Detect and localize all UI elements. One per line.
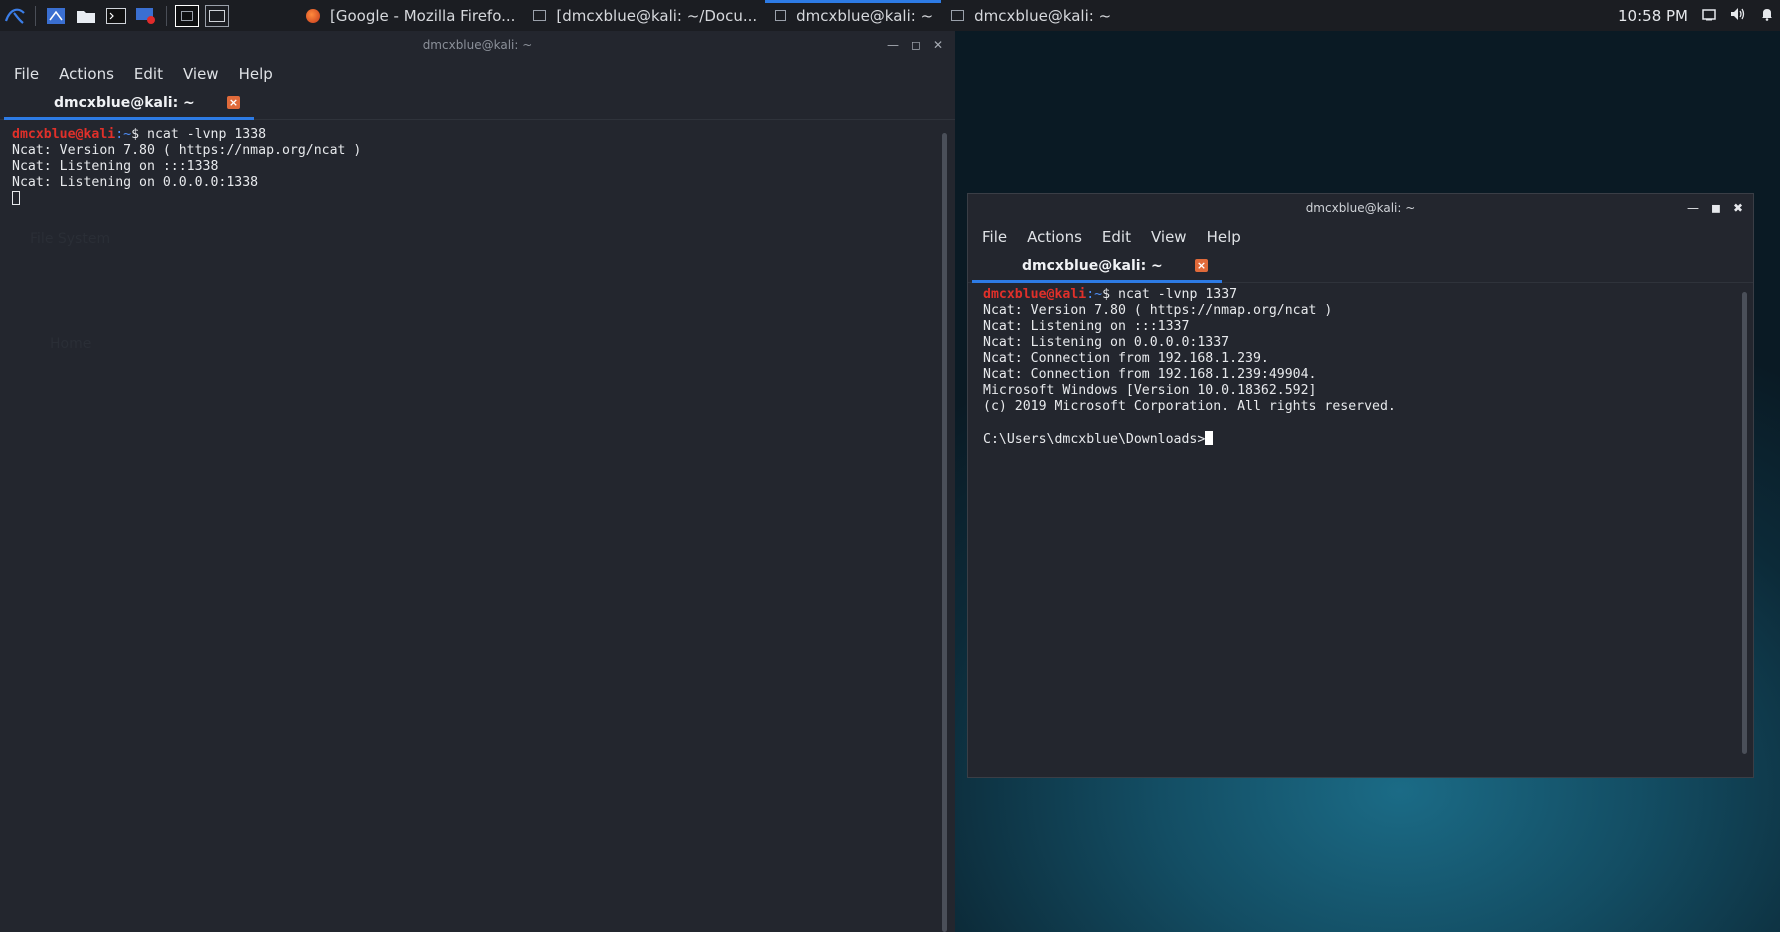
menu-help[interactable]: Help [229,65,283,83]
output-line: Ncat: Listening on 0.0.0.0:1337 [983,335,1230,350]
window-title: dmcxblue@kali: ~ [1305,201,1416,215]
output-line: Ncat: Connection from 192.168.1.239. [983,351,1269,366]
task-label: [Google - Mozilla Firefo... [330,6,516,25]
output-line: Microsoft Windows [Version 10.0.18362.59… [983,383,1317,398]
taskbar-separator [35,5,36,26]
output-line: (c) 2019 Microsoft Corporation. All righ… [983,399,1396,414]
system-tray: 10:58 PM [1618,0,1780,31]
tab-bar: dmcxblue@kali: ~ × [968,252,1753,283]
terminal-window-right[interactable]: dmcxblue@kali: ~ — ◼ ✖ File Actions Edit… [967,193,1754,778]
menu-help[interactable]: Help [1197,228,1251,246]
menu-actions[interactable]: Actions [49,65,124,83]
terminal-output[interactable]: dmcxblue@kali:~$ ncat -lvnp 1337 Ncat: Ve… [983,287,1396,448]
notification-bell-icon[interactable] [1760,7,1774,25]
window-titlebar[interactable]: dmcxblue@kali: ~ — ◻ ✕ [0,31,955,59]
tab-terminal[interactable]: dmcxblue@kali: ~ × [4,89,254,120]
output-line: Ncat: Connection from 192.168.1.239:4990… [983,367,1317,382]
maximize-icon[interactable]: ◼ [1711,201,1721,215]
output-line: Ncat: Version 7.80 ( https://nmap.org/nc… [12,143,362,158]
desktop-icon-home: Home [50,336,92,352]
output-line: Ncat: Listening on :::1338 [12,159,219,174]
menu-bar: File Actions Edit View Help [968,222,1753,252]
terminal-window-icon [951,10,965,21]
output-line: Ncat: Listening on 0.0.0.0:1338 [12,175,259,190]
menu-edit[interactable]: Edit [1092,228,1141,246]
task-label: dmcxblue@kali: ~ [796,6,934,25]
menu-view[interactable]: View [1141,228,1197,246]
prompt-user: dmcxblue@kali [12,127,116,142]
menu-file[interactable]: File [972,228,1017,246]
scrollbar[interactable] [942,133,947,932]
terminal-window-icon [533,10,547,21]
menu-actions[interactable]: Actions [1017,228,1092,246]
tab-terminal[interactable]: dmcxblue@kali: ~ × [972,252,1222,283]
terminal-window-left[interactable]: File System Home dmcxblue@kali: ~ — ◻ ✕ … [0,31,955,932]
close-icon[interactable]: ✕ [933,38,943,52]
prompt-dollar: $ [131,127,147,142]
file-manager-icon[interactable] [71,0,101,31]
terminal-window-icon [775,10,787,21]
firefox-icon [306,8,320,23]
prompt-path: :~ [115,127,132,142]
taskbar: [Google - Mozilla Firefo... [dmcxblue@ka… [0,0,1780,31]
minimize-icon[interactable]: — [887,38,899,52]
workspace-2[interactable] [205,4,229,27]
tab-bar: dmcxblue@kali: ~ × [0,89,955,120]
tab-close-icon[interactable]: × [1195,259,1208,272]
workspace-1[interactable] [175,4,199,27]
task-firefox[interactable]: [Google - Mozilla Firefo... [296,0,523,31]
terminal-cursor [1205,431,1214,445]
tab-close-icon[interactable]: × [227,96,240,109]
terminal-icon[interactable] [101,0,131,31]
kali-menu-icon[interactable] [0,0,30,31]
task-terminal-documents[interactable]: [dmcxblue@kali: ~/Docu... [523,0,765,31]
prompt-user: dmcxblue@kali [983,287,1087,302]
screen-recorder-icon[interactable] [131,0,161,31]
show-desktop-icon[interactable] [41,0,71,31]
task-label: dmcxblue@kali: ~ [974,6,1112,25]
windows-prompt-line: C:\Users\dmcxblue\Downloads> [983,431,1396,448]
output-line: Ncat: Listening on :::1337 [983,319,1190,334]
prompt-dollar: $ [1102,287,1118,302]
task-label: [dmcxblue@kali: ~/Docu... [556,6,758,25]
display-icon[interactable] [1702,7,1716,25]
minimize-icon[interactable]: — [1687,201,1699,215]
taskbar-separator [166,5,167,26]
task-terminal-active[interactable]: dmcxblue@kali: ~ [765,0,942,31]
window-title: dmcxblue@kali: ~ [422,38,533,52]
cursor-line [12,191,361,208]
windows-prompt: C:\Users\dmcxblue\Downloads> [983,432,1206,447]
task-list: [Google - Mozilla Firefo... [dmcxblue@ka… [296,0,1119,31]
command-text: ncat -lvnp 1338 [147,127,267,142]
prompt-line: dmcxblue@kali:~$ ncat -lvnp 1338 [12,127,361,143]
tab-label: dmcxblue@kali: ~ [1022,258,1163,274]
scrollbar[interactable] [1742,292,1747,754]
terminal-output[interactable]: dmcxblue@kali:~$ ncat -lvnp 1338 Ncat: Ve… [12,127,361,208]
menu-file[interactable]: File [4,65,49,83]
window-titlebar[interactable]: dmcxblue@kali: ~ — ◼ ✖ [968,194,1753,222]
clock[interactable]: 10:58 PM [1618,7,1688,25]
menu-view[interactable]: View [173,65,229,83]
tab-label: dmcxblue@kali: ~ [54,95,195,111]
prompt-path: :~ [1086,287,1103,302]
task-terminal-2[interactable]: dmcxblue@kali: ~ [941,0,1119,31]
prompt-line: dmcxblue@kali:~$ ncat -lvnp 1337 [983,287,1396,303]
command-text: ncat -lvnp 1337 [1118,287,1238,302]
maximize-icon[interactable]: ◻ [911,38,921,52]
close-icon[interactable]: ✖ [1733,201,1743,215]
desktop-icon-file-system: File System [30,231,111,247]
terminal-cursor [12,191,20,205]
menu-bar: File Actions Edit View Help [0,59,955,89]
output-line: Ncat: Version 7.80 ( https://nmap.org/nc… [983,303,1333,318]
menu-edit[interactable]: Edit [124,65,173,83]
volume-icon[interactable] [1730,7,1746,25]
